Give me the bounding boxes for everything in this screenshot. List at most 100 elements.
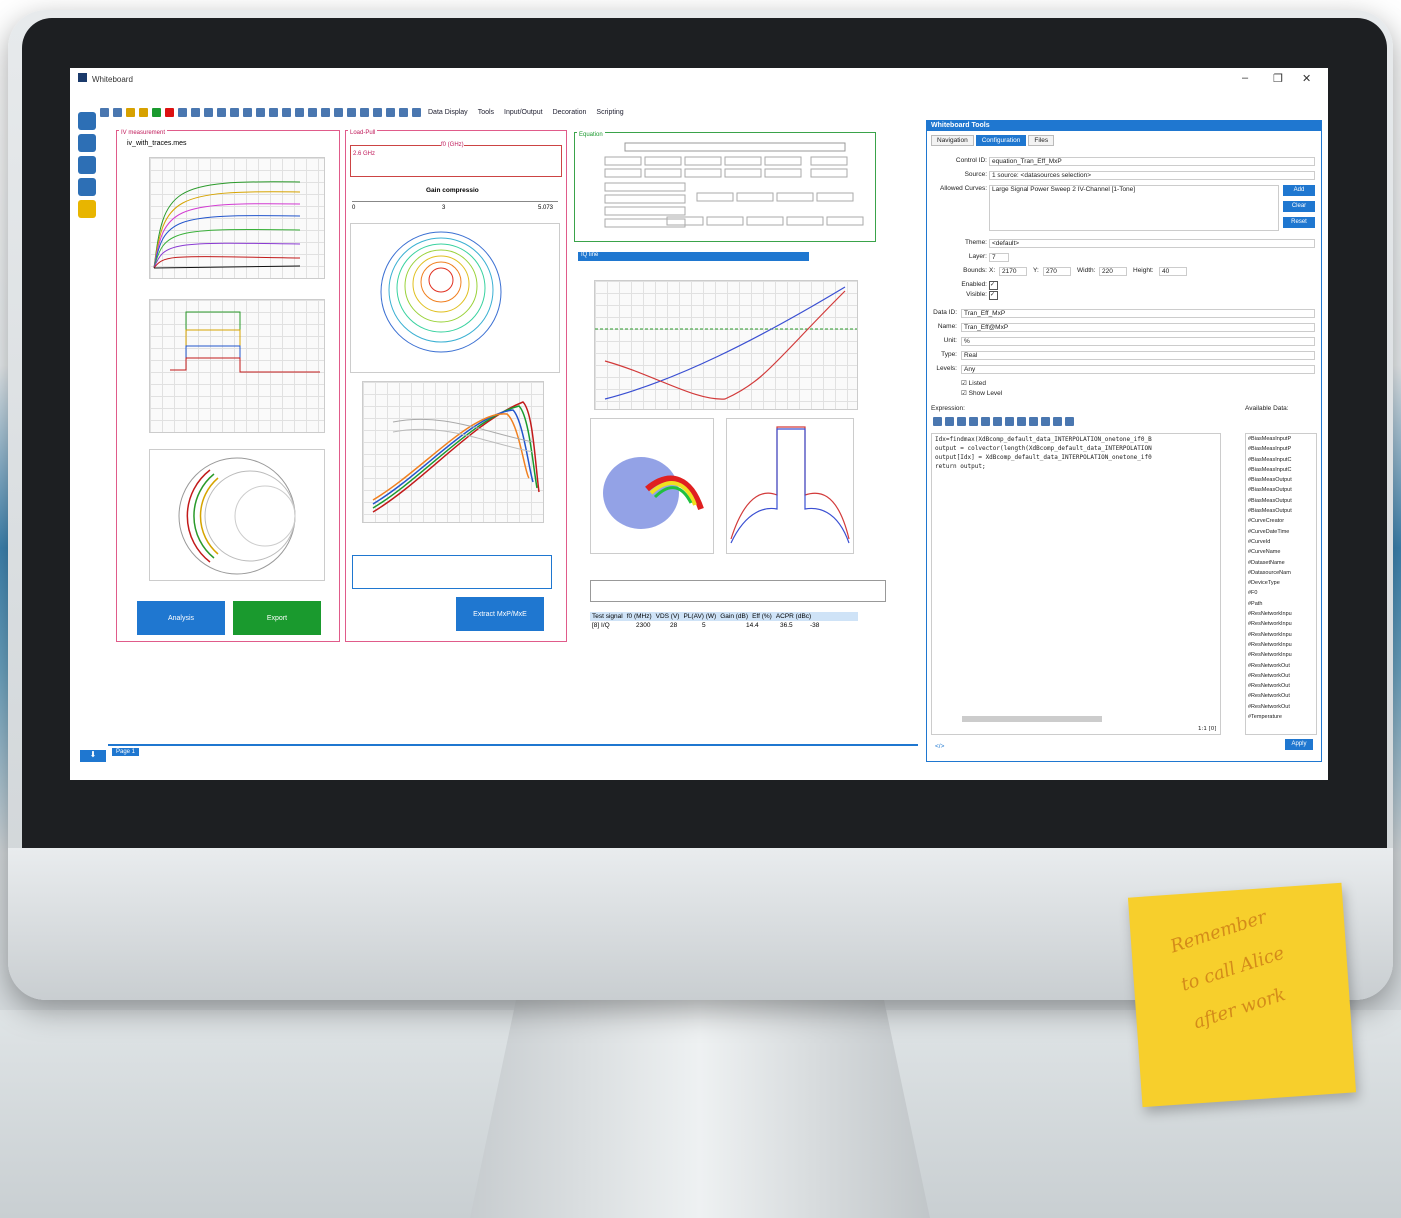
help-icon[interactable] [78,200,96,218]
constellation-scatter-plot[interactable] [590,418,714,554]
theme-select[interactable]: <default> [989,239,1315,248]
listed-checkbox[interactable]: ☑ Listed [961,379,986,387]
settings-icon[interactable] [78,178,96,196]
power-sweep-plot[interactable] [362,381,544,523]
list-item[interactable]: #BiasMeasOutput [1246,485,1316,495]
iv-curves-plot[interactable] [149,157,325,279]
iq-line-plot[interactable] [594,280,858,410]
list-item[interactable]: #ResNetworkOut [1246,702,1316,712]
list-item[interactable]: #BiasMeasOutput [1246,496,1316,506]
menu-tools[interactable]: Tools [475,109,497,116]
paste-expr-icon[interactable] [1017,417,1026,426]
hash-icon[interactable] [969,417,978,426]
list-item[interactable]: #CurveCreator [1246,516,1316,526]
restore-icon[interactable]: ❐ [1273,72,1283,85]
list-item[interactable]: #BiasMeasInputC [1246,465,1316,475]
folder-icon[interactable] [78,112,96,130]
extract-mxp-button[interactable]: Extract MxP/MxE [456,597,544,631]
close-icon[interactable]: ✕ [1302,72,1311,85]
gain-slider-track[interactable] [352,201,558,202]
list-item[interactable]: #CurveName [1246,547,1316,557]
gear-icon[interactable] [412,107,421,117]
visible-checkbox[interactable]: ✓ [989,291,998,300]
bounds-y-field[interactable]: 270 [1043,267,1071,276]
cut-icon[interactable] [308,107,317,117]
menu-input-output[interactable]: Input/Output [501,109,546,116]
list-item[interactable]: #DatasourceNam [1246,568,1316,578]
clear-curves-button[interactable]: Clear [1283,201,1315,212]
comment-icon[interactable] [1053,417,1062,426]
name-field[interactable]: Tran_Eff@MxP [961,323,1315,332]
list-item[interactable]: #ResNetworkInpu [1246,640,1316,650]
expression-editor[interactable]: Idx=findmax(XdBcomp_default_data_INTERPO… [931,433,1221,735]
help-expr-icon[interactable] [1065,417,1074,426]
list-item[interactable]: #DeviceType [1246,578,1316,588]
list-item[interactable]: #BiasMeasInputC [1246,455,1316,465]
levels-select[interactable]: Any [961,365,1315,374]
list-item[interactable]: #ResNetworkOut [1246,661,1316,671]
open-folder-icon[interactable] [113,107,122,117]
new-file-icon[interactable] [100,107,109,117]
list-item[interactable]: #ResNetworkOut [1246,691,1316,701]
analysis-button[interactable]: Analysis [137,601,225,635]
load-pull-contours-plot[interactable] [350,223,560,373]
list-item[interactable]: #F0 [1246,588,1316,598]
iq-scrollbar[interactable] [590,580,886,602]
list-item[interactable]: #ResNetworkInpu [1246,619,1316,629]
reset-curves-button[interactable]: Reset [1283,217,1315,228]
arrow-right-icon[interactable] [386,107,395,117]
load-pull-panel[interactable]: Load-Pull f0 (GHz) 2.6 GHz Gain compress… [345,130,567,642]
menu-data-display[interactable]: Data Display [425,109,471,116]
copy-expr-icon[interactable] [1005,417,1014,426]
enabled-checkbox[interactable]: ✓ [989,281,998,290]
allowed-curves-list[interactable]: Large Signal Power Sweep 2 IV-Channel [1… [989,185,1279,231]
list-item[interactable]: #DatasetName [1246,558,1316,568]
page-icon[interactable] [217,107,226,117]
clip-icon[interactable] [981,417,990,426]
layer-stepper[interactable]: 7 [989,253,1009,262]
bounds-x-field[interactable]: 2170 [999,267,1027,276]
tab-configuration[interactable]: Configuration [975,135,1027,146]
zoom-in-icon[interactable] [933,417,942,426]
list-item[interactable]: #BiasMeasInputP [1246,434,1316,444]
list-item[interactable]: #ResNetworkOut [1246,681,1316,691]
show-level-checkbox[interactable]: ☑ Show Level [961,389,1002,397]
unit-select[interactable]: % [961,337,1315,346]
available-data-list[interactable]: #BiasMeasInputP #BiasMeasInputP #BiasMea… [1245,433,1317,735]
list-item[interactable]: #CurveId [1246,537,1316,547]
apply-button[interactable]: Apply [1285,739,1313,750]
type-select[interactable]: Real [961,351,1315,360]
page-remove-icon[interactable] [243,107,252,117]
data-id-field[interactable]: Tran_Eff_MxP [961,309,1315,318]
pin-icon[interactable] [399,107,408,117]
delete-icon[interactable] [165,107,174,117]
add-curve-button[interactable]: Add [1283,185,1315,196]
minimize-icon[interactable]: – [1242,72,1248,84]
bounds-width-field[interactable]: 220 [1099,267,1127,276]
undo-icon[interactable] [334,107,343,117]
bug-icon[interactable] [78,156,96,174]
export-icon[interactable] [152,107,161,117]
list-item[interactable]: #ResNetworkInpu [1246,609,1316,619]
zoom-out-icon[interactable] [945,417,954,426]
editor-scrollbar[interactable] [962,716,1102,722]
list-item[interactable]: #Temperature [1246,712,1316,722]
lock-icon[interactable] [282,107,291,117]
list-item[interactable]: #BiasMeasOutput [1246,475,1316,485]
menu-decoration[interactable]: Decoration [550,109,590,116]
grid-icon[interactable] [256,107,265,117]
save-as-icon[interactable] [139,107,148,117]
paste-icon[interactable] [321,107,330,117]
source-select[interactable]: 1 source: <datasources selection> [989,171,1315,180]
save-icon[interactable] [126,107,135,117]
redo-icon[interactable] [347,107,356,117]
pdf-icon[interactable] [191,107,200,117]
calendar-icon[interactable] [360,107,369,117]
table-row[interactable]: [8] I/Q 2300 28 5 14.4 36.5 -38 [590,621,858,630]
cut-expr-icon[interactable] [993,417,1002,426]
control-id-field[interactable]: equation_Tran_Eff_MxP [989,157,1315,166]
iv-smith-chart[interactable] [149,449,325,581]
list-item[interactable]: #Path [1246,599,1316,609]
export-button[interactable]: Export [233,601,321,635]
equation-panel[interactable]: Equation [574,132,876,242]
